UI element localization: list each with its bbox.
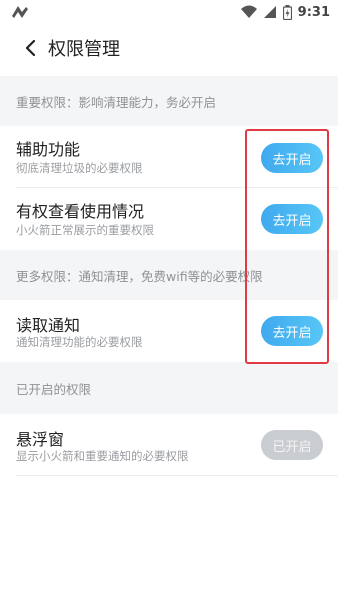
permission-row-notification-access[interactable]: 读取通知 通知清理功能的必要权限 去开启 — [0, 300, 338, 362]
app-header: 权限管理 — [0, 24, 338, 72]
status-time: 9:31 — [297, 4, 330, 20]
chevron-left-icon — [25, 39, 36, 57]
enable-accessibility-button[interactable]: 去开启 — [261, 143, 323, 173]
permission-desc: 彻底清理垃圾的必要权限 — [16, 161, 143, 175]
cellular-signal-icon — [263, 5, 277, 19]
status-bar: 9:31 — [0, 0, 338, 24]
back-button[interactable] — [12, 30, 48, 66]
permission-title: 有权查看使用情况 — [16, 202, 145, 221]
permission-desc: 显示小火箭和重要通知的必要权限 — [16, 449, 189, 463]
permission-row-accessibility[interactable]: 辅助功能 彻底清理垃圾的必要权限 去开启 — [0, 126, 338, 188]
enable-usage-access-button[interactable]: 去开启 — [261, 204, 323, 234]
permission-row-usage-access[interactable]: 有权查看使用情况 小火箭正常展示的重要权限 去开启 — [0, 188, 338, 250]
wifi-icon — [240, 5, 257, 19]
section-header-more: 更多权限：通知清理，免费wifi等的必要权限 — [0, 250, 338, 300]
enabled-status-button: 已开启 — [261, 430, 323, 460]
permission-title: 辅助功能 — [16, 140, 81, 159]
app-notification-icon — [10, 4, 30, 20]
section-header-important: 重要权限：影响清理能力，务必开启 — [0, 76, 338, 126]
permission-desc: 小火箭正常展示的重要权限 — [16, 223, 154, 237]
permission-row-floating-window: 悬浮窗 显示小火箭和重要通知的必要权限 已开启 — [0, 414, 338, 476]
permission-title: 读取通知 — [16, 316, 81, 335]
page-title: 权限管理 — [48, 39, 120, 60]
permission-title: 悬浮窗 — [16, 430, 65, 449]
divider — [16, 475, 338, 476]
enable-notification-access-button[interactable]: 去开启 — [261, 316, 323, 346]
battery-icon — [282, 4, 292, 20]
permission-desc: 通知清理功能的必要权限 — [16, 335, 143, 349]
section-header-enabled: 已开启的权限 — [0, 362, 338, 414]
